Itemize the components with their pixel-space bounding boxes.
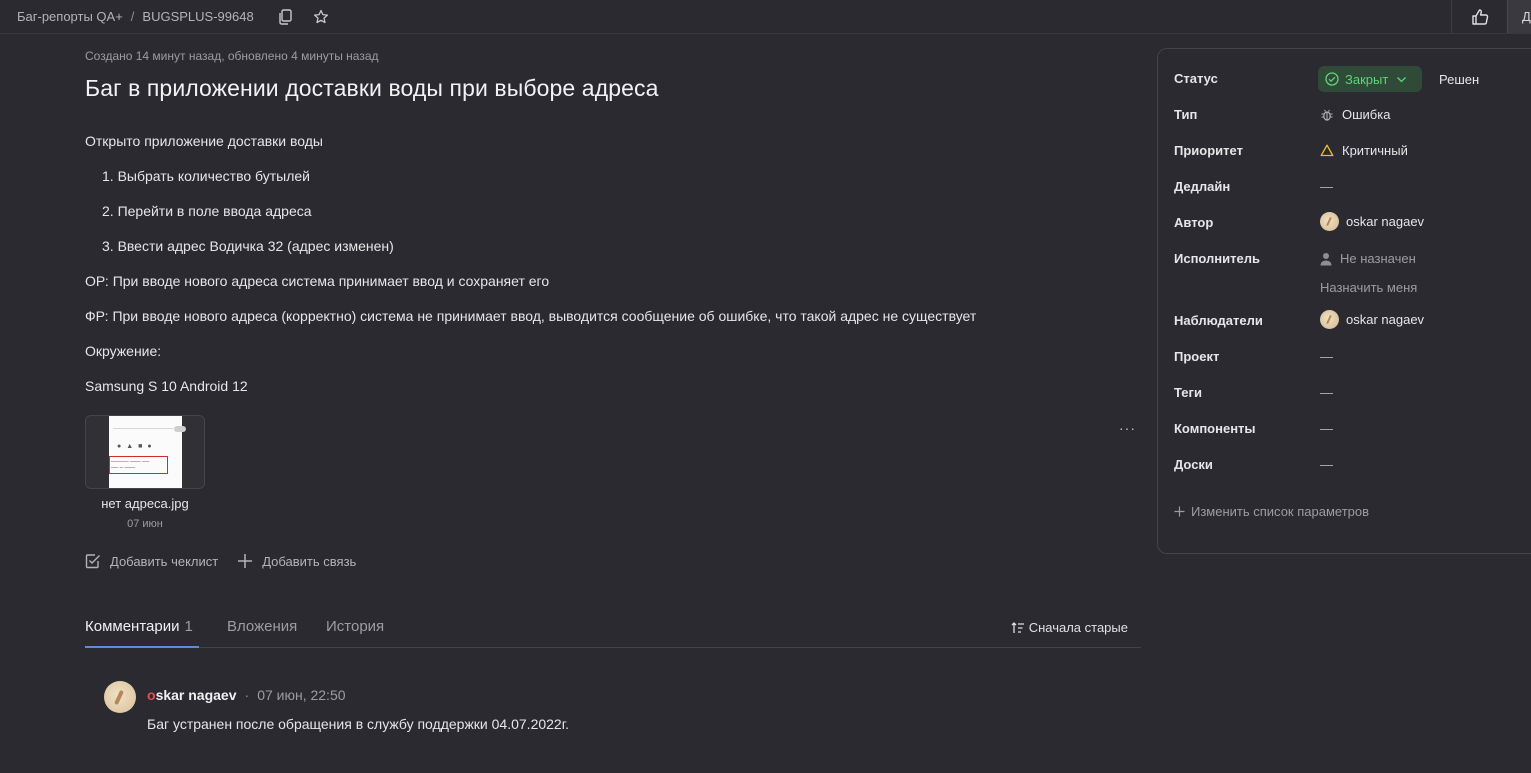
assignee-value[interactable]: Не назначен [1320, 251, 1416, 266]
issue-title[interactable]: Баг в приложении доставки воды при выбор… [85, 75, 659, 102]
description-actual: ФР: При вводе нового адреса (корректно) … [85, 308, 977, 324]
thumbs-up-icon [1471, 8, 1488, 25]
comment-time[interactable]: 07 июн, 22:50 [257, 687, 345, 703]
follower-name: oskar nagaev [1346, 312, 1425, 327]
tab-attachments[interactable]: Вложения [227, 618, 297, 648]
like-button[interactable] [1451, 0, 1507, 33]
separator-dot: · [244, 687, 250, 703]
user-icon [1320, 252, 1332, 266]
sort-order-button[interactable]: Сначала старые [1011, 620, 1128, 635]
status-label: Статус [1174, 71, 1218, 86]
tab-comments[interactable]: Комментарии 1 [85, 618, 199, 648]
followers-value[interactable]: oskar nagaev [1320, 310, 1424, 329]
attachment-name[interactable]: нет адреса.jpg [85, 496, 205, 511]
deadline-label: Дедлайн [1174, 179, 1231, 194]
description-line: Открыто приложение доставки воды [85, 133, 323, 149]
ellipsis-icon[interactable]: ··· [1119, 420, 1136, 436]
avatar [1320, 212, 1339, 231]
issue-meta: Создано 14 минут назад, обновлено 4 мину… [85, 49, 379, 63]
author-label: Автор [1174, 215, 1214, 230]
sort-order-label: Сначала старые [1028, 620, 1128, 635]
breadcrumb-issue-key[interactable]: BUGSPLUS-99648 [142, 9, 253, 24]
priority-value[interactable]: Критичный [1320, 143, 1408, 158]
check-circle-icon [1325, 72, 1339, 86]
plus-icon [1174, 506, 1185, 517]
issue-tabs: Комментарии 1 Вложения История Сначала ст… [85, 618, 1141, 648]
tab-history[interactable]: История [326, 618, 384, 648]
avatar[interactable] [104, 681, 136, 713]
components-label: Компоненты [1174, 421, 1256, 436]
components-value[interactable]: — [1320, 421, 1333, 436]
priority-text: Критичный [1342, 143, 1408, 158]
description-step: 1. Выбрать количество бутылей [102, 168, 311, 184]
tags-label: Теги [1174, 385, 1202, 400]
status-dropdown[interactable]: Закрыт [1318, 66, 1422, 92]
add-link-label: Добавить связь [262, 553, 357, 569]
author-value[interactable]: oskar nagaev [1320, 212, 1424, 231]
project-value[interactable]: — [1320, 349, 1333, 364]
author-name: oskar nagaev [1346, 214, 1425, 229]
top-bar: Баг-репорты QA+ / BUGSPLUS-99648 Д [0, 0, 1531, 34]
add-checklist-label: Добавить чеклист [110, 553, 219, 569]
boards-value[interactable]: — [1320, 457, 1333, 472]
add-link-button[interactable]: Добавить связь [237, 553, 356, 569]
assignee-text: Не назначен [1340, 251, 1416, 266]
add-checklist-button[interactable]: Добавить чеклист [85, 553, 218, 569]
description-expected: ОР: При вводе нового адреса система прин… [85, 273, 550, 289]
boards-label: Доски [1174, 457, 1213, 472]
tab-comments-label: Комментарии [85, 618, 180, 635]
attachment-date: 07 июн [127, 518, 163, 530]
change-params-label: Изменить список параметров [1191, 504, 1370, 519]
project-label: Проект [1174, 349, 1220, 364]
attachment-thumbnail[interactable]: ●▲■● ───── ─── ── ── ─ ─── [85, 415, 205, 489]
assignee-label: Исполнитель [1174, 251, 1260, 266]
issue-description[interactable]: Открыто приложение доставки воды 1. Выбр… [85, 132, 976, 412]
comment-header: oskar nagaev · 07 июн, 22:50 [147, 687, 346, 703]
breadcrumb: Баг-репорты QA+ / BUGSPLUS-99648 [17, 9, 254, 24]
comment-text: Баг устранен после обращения в службу по… [147, 716, 569, 732]
change-params-button[interactable]: Изменить список параметров [1174, 504, 1369, 519]
tags-value[interactable]: — [1320, 385, 1333, 400]
warning-triangle-icon [1320, 144, 1334, 157]
avatar [1320, 310, 1339, 329]
description-env: Samsung S 10 Android 12 [85, 378, 248, 394]
resolution-value[interactable]: Решен [1439, 72, 1479, 87]
bug-icon [1320, 108, 1334, 122]
overflow-menu-button[interactable]: Д [1507, 0, 1531, 33]
priority-label: Приоритет [1174, 143, 1243, 158]
top-right-actions: Д [1451, 0, 1531, 33]
breadcrumb-separator: / [130, 9, 135, 24]
description-step: 2. Перейти в поле ввода адреса [102, 203, 312, 219]
type-text: Ошибка [1342, 107, 1391, 122]
description-step: 3. Ввести адрес Водичка 32 (адрес измене… [102, 238, 394, 254]
star-icon[interactable] [311, 7, 331, 27]
chevron-down-icon [1397, 76, 1407, 82]
assign-me-link[interactable]: Назначить меня [1320, 280, 1417, 295]
type-value[interactable]: Ошибка [1320, 107, 1390, 122]
plus-icon [238, 554, 253, 568]
issue-details-panel: Статус Закрыт Решен Тип Ошибка Приоритет… [1157, 48, 1531, 554]
sort-icon [1011, 621, 1024, 633]
comment-author[interactable]: oskar nagaev [147, 687, 237, 703]
followers-label: Наблюдатели [1174, 313, 1263, 328]
deadline-value[interactable]: — [1320, 179, 1333, 194]
comment-author-rest: skar nagaev [155, 687, 237, 703]
comment-author-initial: o [147, 687, 156, 703]
attachment-preview-image: ●▲■● ───── ─── ── ── ─ ─── [109, 416, 186, 488]
type-label: Тип [1174, 107, 1198, 122]
breadcrumb-queue[interactable]: Баг-репорты QA+ [17, 9, 123, 24]
description-env-label: Окружение: [85, 343, 162, 359]
issue-actions: Добавить чеклист Добавить связь [85, 553, 356, 569]
copy-icon[interactable] [275, 7, 295, 27]
status-value: Закрыт [1345, 71, 1389, 87]
checklist-icon [85, 554, 100, 569]
tab-comments-count: 1 [184, 618, 193, 635]
